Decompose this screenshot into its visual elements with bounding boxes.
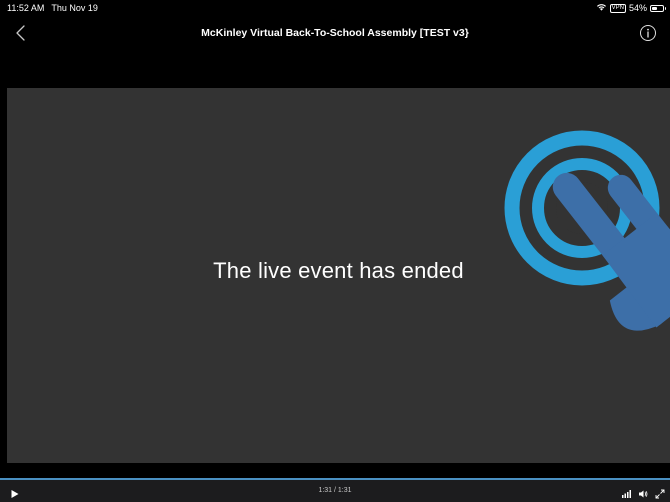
app-window: 11:52 AM Thu Nov 19 VPN 54% McKinley Vir… [0, 0, 670, 502]
signal-bars-icon [622, 490, 631, 498]
status-date: Thu Nov 19 [51, 3, 98, 13]
battery-fill [652, 6, 658, 10]
info-button[interactable] [638, 23, 658, 43]
page-title: McKinley Virtual Back-To-School Assembly… [201, 27, 469, 39]
video-status-message: The live event has ended [213, 258, 464, 283]
speaker-icon [639, 490, 648, 498]
status-right: VPN 54% [596, 0, 666, 16]
fullscreen-button[interactable] [655, 486, 665, 499]
expand-icon [655, 489, 665, 499]
wifi-icon [596, 0, 607, 16]
battery-icon [650, 4, 666, 12]
status-left: 11:52 AM Thu Nov 19 [7, 0, 98, 16]
battery-percent: 54% [628, 3, 647, 13]
quality-button[interactable] [621, 486, 631, 498]
video-player[interactable]: The live event has ended [7, 88, 670, 463]
touch-tap-logo-icon [504, 130, 670, 331]
nav-bar: McKinley Virtual Back-To-School Assembly… [0, 16, 670, 50]
player-controls: 1:31 / 1:31 [0, 478, 670, 502]
back-button[interactable] [12, 23, 32, 43]
vpn-badge: VPN [609, 3, 626, 13]
status-time: 11:52 AM [7, 3, 45, 13]
volume-button[interactable] [638, 486, 648, 498]
info-circle-icon [640, 25, 656, 41]
playback-time: 1:31 / 1:31 [318, 487, 352, 494]
status-bar: 11:52 AM Thu Nov 19 VPN 54% [0, 0, 670, 16]
chevron-left-icon [16, 25, 25, 41]
